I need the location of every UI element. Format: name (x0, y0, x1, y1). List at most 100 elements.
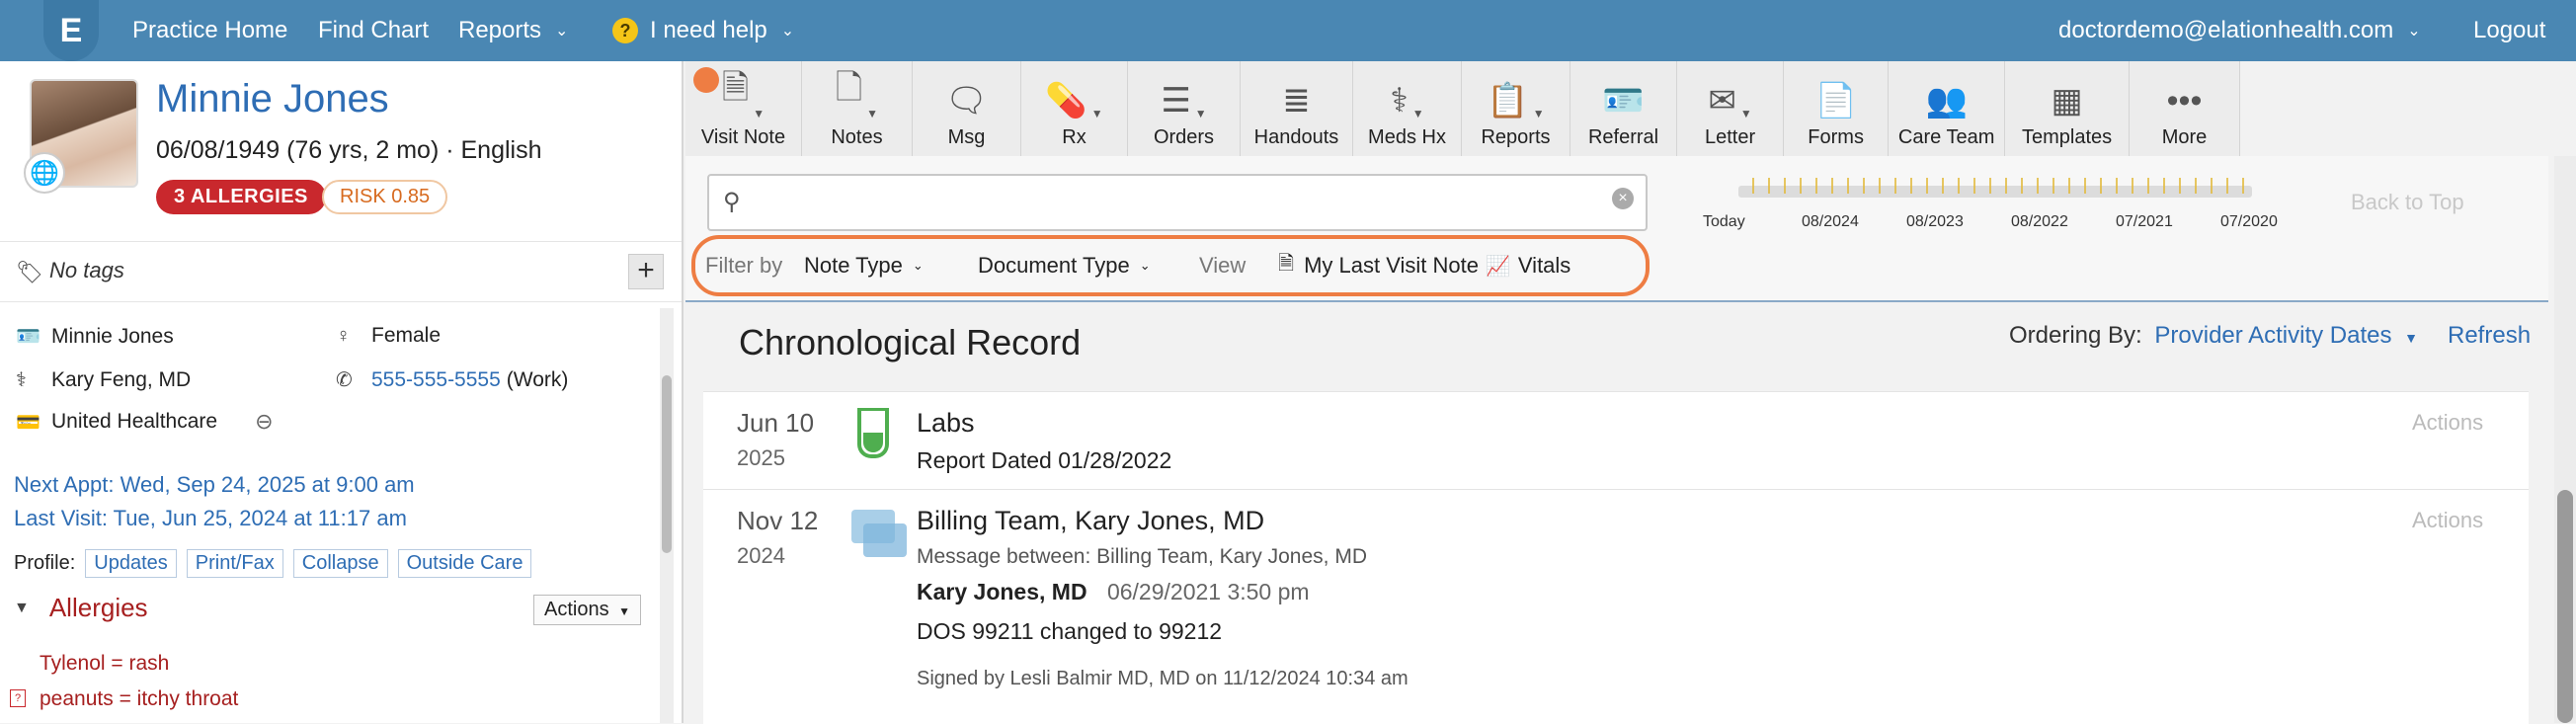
remove-circle-icon[interactable]: ⊖ (255, 409, 273, 435)
reports-icon: 📋 ▼ (1487, 82, 1545, 121)
user-email-menu[interactable]: doctordemo@elationhealth.com ⌄ (2058, 0, 2421, 61)
chevron-down-icon: ⌄ (555, 23, 569, 40)
my-last-visit-note-button[interactable]: 🗎 My Last Visit Note (1278, 239, 1479, 292)
patient-name[interactable]: Minnie Jones (156, 77, 389, 121)
entry-year: 2025 (737, 445, 785, 470)
timeline-label: 08/2024 (1802, 213, 1859, 230)
note-type-dropdown[interactable]: Note Type ⌄ (804, 239, 924, 292)
allergy-item[interactable]: peanuts = itchy throat (40, 687, 238, 711)
referral-icon: 🪪 (1602, 82, 1645, 120)
toolbar-notes-button[interactable]: 🗋 ▼ Notes (802, 61, 913, 156)
chart-main: ⚲ × Today 08/2024 08/2023 08/2022 07/202… (685, 156, 2548, 724)
profile-collapse-button[interactable]: Collapse (292, 549, 388, 578)
message-icon: 🗨 (944, 82, 989, 120)
timeline-label: 07/2020 (2220, 213, 2278, 230)
add-tag-button[interactable]: + (628, 254, 664, 289)
toolbar-label: Templates (2021, 126, 2113, 148)
timeline-label: 08/2022 (2011, 213, 2068, 230)
chronological-record-title: Chronological Record (739, 322, 1082, 362)
toolbar-letter-button[interactable]: ✉ ▼ Letter (1677, 61, 1785, 156)
nav-practice-home[interactable]: Practice Home (132, 0, 287, 61)
allergy-item[interactable]: Tylenol = rash (40, 652, 169, 676)
toolbar-orders-button[interactable]: ☰ ▼ Orders (1128, 61, 1241, 156)
profile-outside-care-button[interactable]: Outside Care (397, 549, 532, 578)
nav-help[interactable]: ? I need help ⌄ (612, 0, 794, 61)
info-phone: ✆ 555-555-5555 (Work) (336, 367, 568, 392)
phone-link[interactable]: 555-555-5555 (371, 368, 501, 392)
tag-icon: 🏷 (16, 260, 43, 284)
vitals-label: Vitals (1517, 253, 1571, 278)
document-icon: 🗎 (1278, 253, 1295, 275)
document-type-label: Document Type (978, 253, 1130, 278)
main-scrollbar[interactable] (2554, 156, 2576, 723)
toolbar-templates-button[interactable]: ▦ Templates (2005, 61, 2130, 156)
toolbar-referral-button[interactable]: 🪪 Referral (1570, 61, 1678, 156)
record-entry-message[interactable]: Nov 12 2024 Billing Team, Kary Jones, MD… (703, 489, 2529, 724)
document-type-dropdown[interactable]: Document Type ⌄ (978, 239, 1151, 292)
entry-title[interactable]: Labs (917, 408, 975, 439)
toolbar-label: Msg (947, 126, 986, 148)
toolbar-more-button[interactable]: ••• More (2130, 61, 2240, 156)
chart-search-box[interactable]: ⚲ × (707, 174, 1648, 231)
patient-sidebar: 🌐 Minnie Jones 06/08/1949 (76 yrs, 2 mo)… (0, 61, 684, 723)
ordering-dropdown[interactable]: Provider Activity Dates (2154, 322, 2391, 349)
profile-row: Profile: Updates Print/Fax Collapse Outs… (14, 549, 532, 578)
toolbar-meds-hx-button[interactable]: ⚕ ▼ Meds Hx (1353, 61, 1462, 156)
globe-icon[interactable]: 🌐 (24, 152, 65, 194)
record-entry-labs[interactable]: Jun 10 2025 Labs Report Dated 01/28/2022… (703, 391, 2529, 489)
message-icon (863, 523, 907, 557)
toolbar-handouts-button[interactable]: ≣ Handouts (1241, 61, 1353, 156)
orders-icon: ☰ ▼ (1161, 82, 1207, 121)
toolbar-label: Reports (1481, 126, 1551, 148)
profile-updates-button[interactable]: Updates (85, 549, 177, 578)
elation-logo[interactable]: E (43, 0, 99, 61)
allergies-badge[interactable]: 3 ALLERGIES (156, 180, 326, 214)
next-appointment-link[interactable]: Next Appt: Wed, Sep 24, 2025 at 9:00 am (14, 472, 415, 498)
scrollbar-thumb[interactable] (662, 375, 672, 553)
clear-search-icon[interactable]: × (1612, 188, 1634, 209)
info-name-text: Minnie Jones (51, 324, 174, 348)
handouts-icon: ≣ (1282, 82, 1311, 120)
caret-down-icon: ▼ (1411, 107, 1424, 121)
timeline-label: 07/2021 (2116, 213, 2173, 230)
info-sex: ♀ Female (336, 324, 441, 348)
info-patient-name: 🪪 Minnie Jones (16, 324, 174, 349)
risk-badge[interactable]: RISK 0.85 (322, 180, 448, 214)
vitals-button[interactable]: 📈 Vitals (1486, 239, 1570, 292)
entry-actions-link[interactable]: Actions (2412, 410, 2483, 436)
info-insurance: 💳 United Healthcare ⊖ (16, 409, 274, 435)
entry-actions-link[interactable]: Actions (2412, 508, 2483, 533)
refresh-link[interactable]: Refresh (2448, 322, 2531, 350)
toolbar-reports-button[interactable]: 📋 ▼ Reports (1462, 61, 1571, 156)
last-visit-link[interactable]: Last Visit: Tue, Jun 25, 2024 at 11:17 a… (14, 506, 407, 531)
info-provider-text: Kary Feng, MD (51, 367, 192, 391)
message-time: 06/29/2021 3:50 pm (1106, 579, 1310, 604)
nav-reports[interactable]: Reports ⌄ (458, 0, 568, 61)
nav-find-chart[interactable]: Find Chart (318, 0, 429, 61)
entry-date: Jun 10 (737, 408, 815, 438)
ordering-by: Ordering By: Provider Activity Dates ▼ (2009, 322, 2418, 350)
entry-title[interactable]: Billing Team, Kary Jones, MD (917, 506, 1264, 536)
sidebar-scrollbar[interactable] (660, 308, 674, 723)
search-input[interactable] (755, 184, 1588, 219)
letter-icon: ✉ ▼ (1708, 82, 1752, 121)
patient-dob: 06/08/1949 (76 yrs, 2 mo) · English (156, 136, 542, 164)
logout-link[interactable]: Logout (2473, 0, 2545, 61)
tags-row: 🏷 No tags + (0, 241, 682, 302)
toolbar-forms-button[interactable]: 📄 Forms (1784, 61, 1890, 156)
nav-help-label: I need help (650, 17, 767, 43)
back-to-top-link[interactable]: Back to Top (2351, 190, 2464, 215)
entry-subtitle: Message between: Billing Team, Kary Jone… (917, 545, 1367, 568)
warning-icon: ? (10, 689, 26, 707)
allergies-section-header[interactable]: ▼ Allergies (14, 593, 148, 623)
search-icon: ⚲ (723, 189, 741, 215)
profile-print-fax-button[interactable]: Print/Fax (186, 549, 283, 578)
scrollbar-thumb[interactable] (2557, 490, 2573, 723)
allergies-actions-button[interactable]: Actions ▼ (533, 595, 642, 625)
toolbar-rx-button[interactable]: 💊 ▼ Rx (1021, 61, 1129, 156)
toolbar-msg-button[interactable]: 🗨 Msg (913, 61, 1021, 156)
caret-down-icon: ▼ (1194, 107, 1207, 121)
toolbar-label: Notes (831, 126, 883, 148)
timeline-bar[interactable] (1738, 178, 2252, 198)
toolbar-care-team-button[interactable]: 👥 Care Team (1889, 61, 2006, 156)
